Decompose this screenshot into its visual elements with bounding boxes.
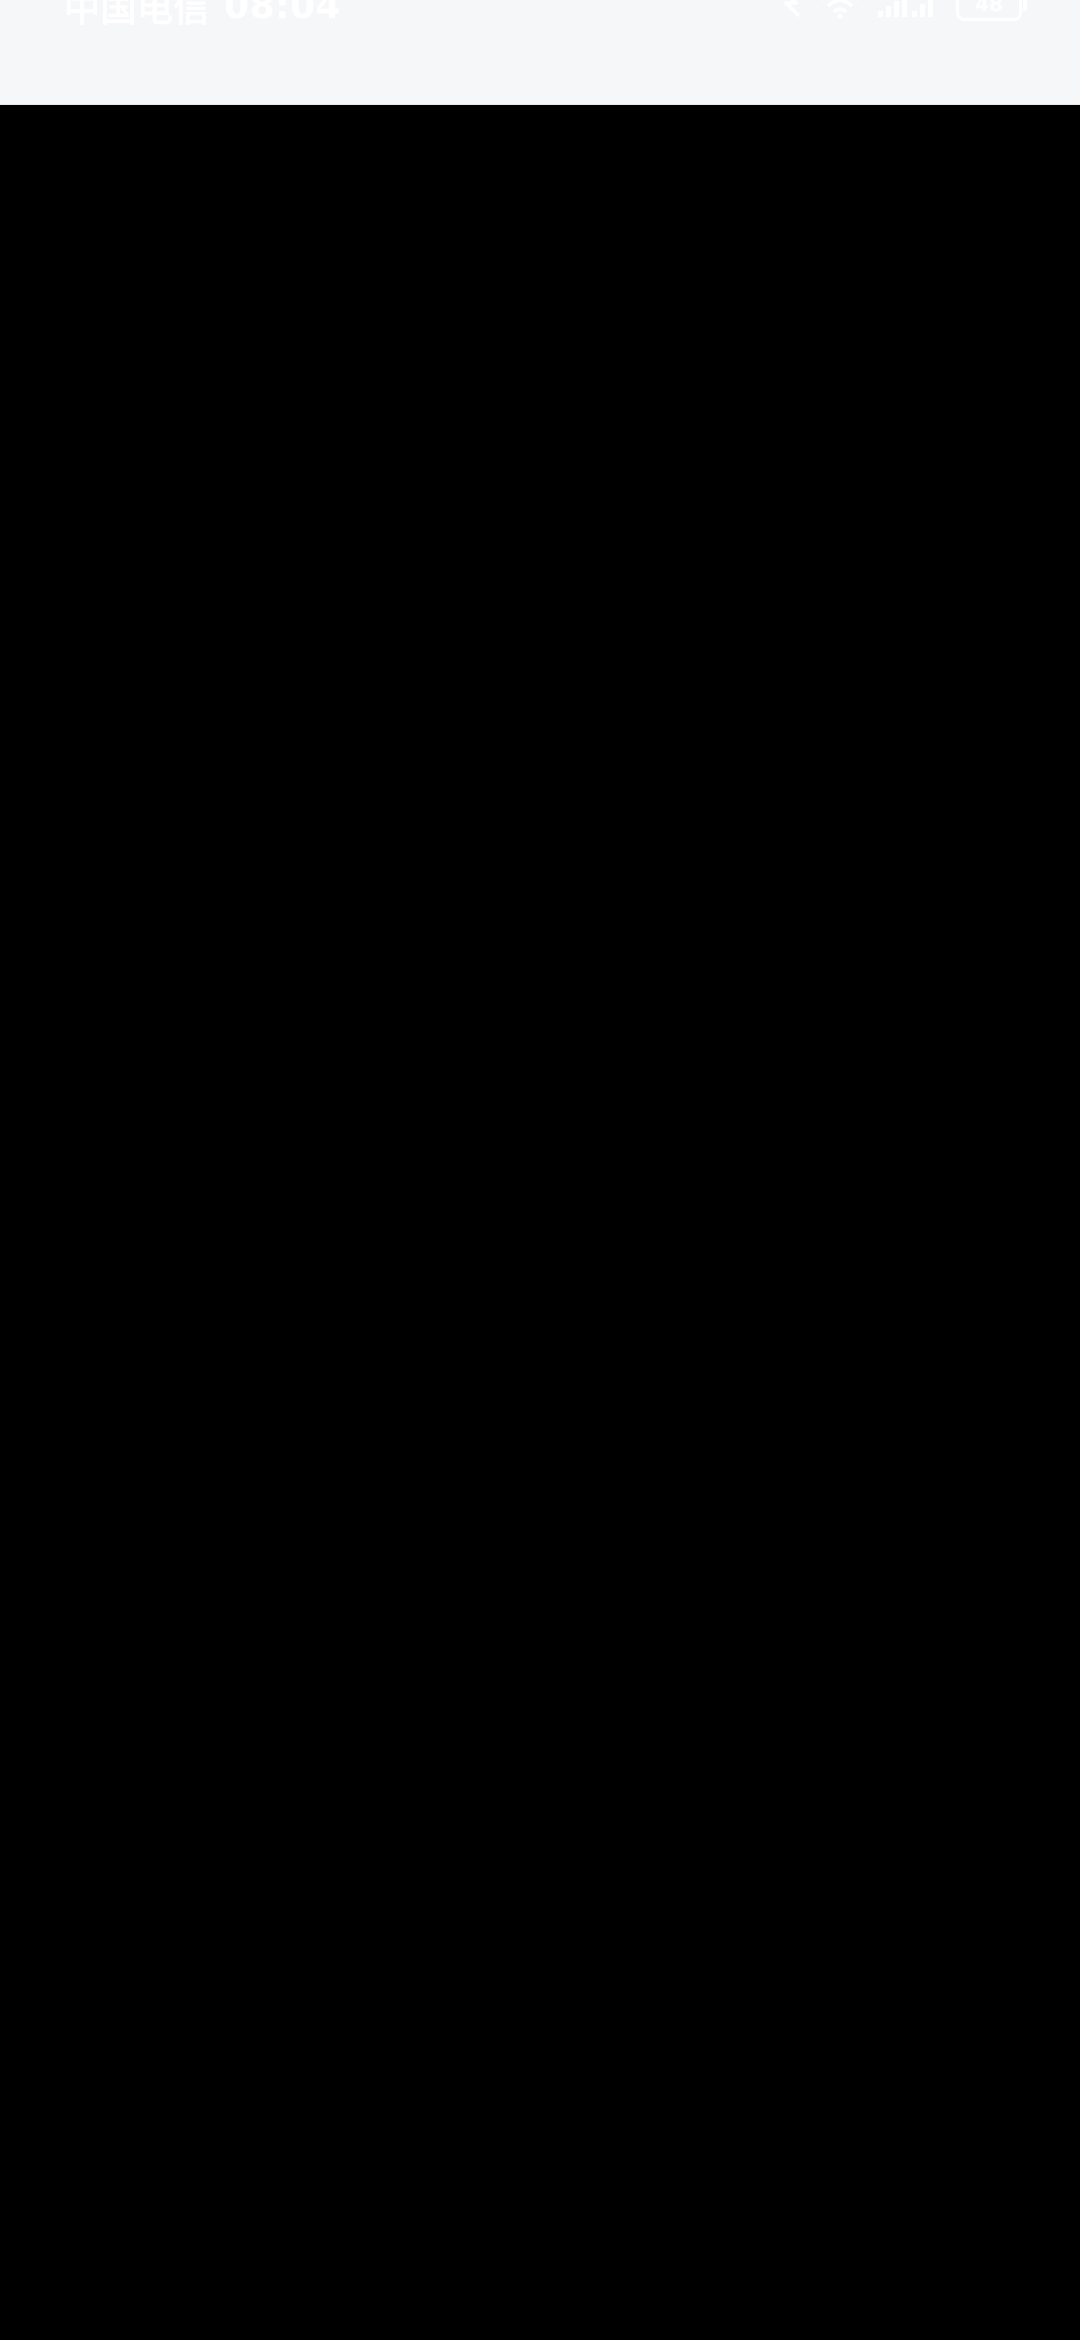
screen: 中国电信 08:04 48	[0, 0, 1080, 2340]
nfc-icon	[778, 0, 804, 19]
battery-level: 48	[975, 0, 1003, 16]
status-right: 48	[778, 0, 1027, 24]
carrier-label: 中国电信	[64, 0, 211, 30]
battery-icon: 48	[956, 0, 1027, 21]
status-bar: 中国电信 08:04 48	[0, 0, 1080, 105]
wifi-icon	[820, 0, 860, 19]
signal-icon	[876, 0, 940, 19]
clock-time: 08:04	[224, 0, 342, 27]
content-area[interactable]	[0, 105, 1080, 2340]
status-left: 中国电信 08:04	[64, 0, 342, 30]
